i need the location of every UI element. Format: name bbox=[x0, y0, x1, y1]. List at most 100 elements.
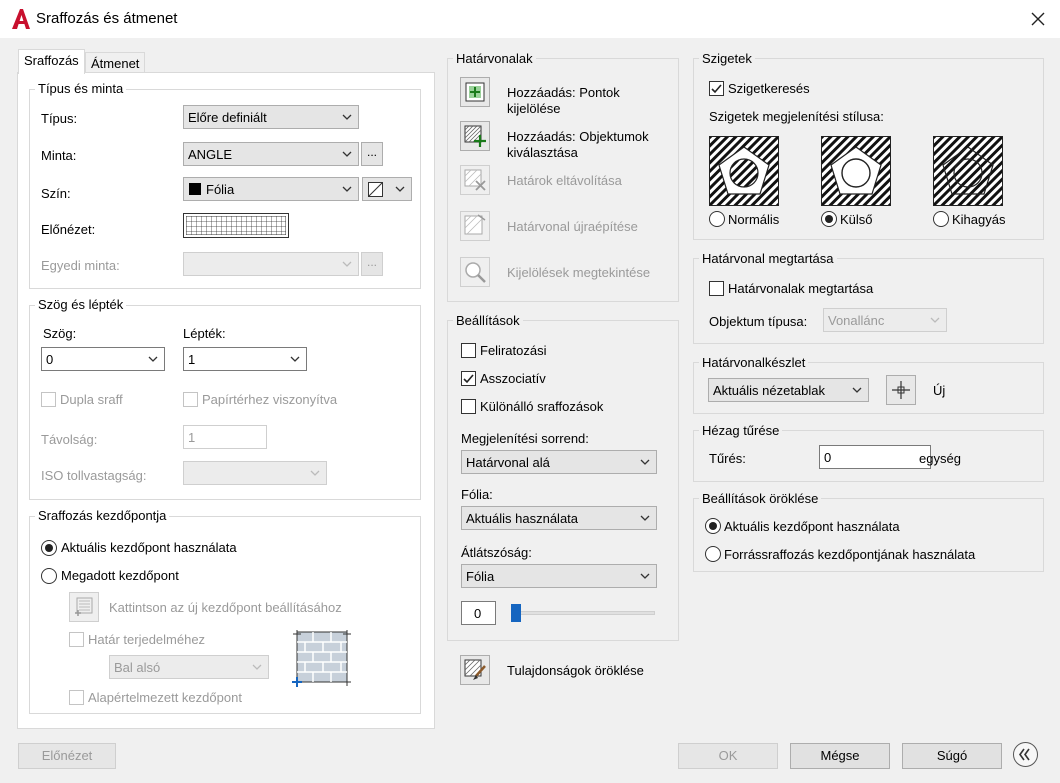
pattern-dropdown[interactable]: ANGLE bbox=[183, 142, 359, 166]
inherit-source-origin-label: Forrássraffozás kezdőpontjának használat… bbox=[724, 547, 976, 562]
recreate-boundary-button[interactable] bbox=[460, 211, 490, 241]
boundary-extents-checkbox[interactable] bbox=[69, 632, 84, 647]
inherit-current-origin-label: Aktuális kezdőpont használata bbox=[724, 519, 900, 534]
view-selections-button[interactable] bbox=[460, 257, 490, 287]
set-origin-button[interactable] bbox=[69, 592, 99, 622]
tolerance-input[interactable]: 0 bbox=[819, 445, 931, 469]
set-origin-icon bbox=[75, 597, 93, 616]
new-boundary-set-label: Új bbox=[933, 383, 946, 398]
relative-paper-checkbox[interactable] bbox=[183, 392, 198, 407]
tolerance-value: 0 bbox=[824, 450, 832, 465]
specified-origin-label: Megadott kezdőpont bbox=[61, 568, 179, 583]
origin-corner-value: Bal alsó bbox=[114, 660, 161, 675]
set-origin-label: Kattintson az új kezdőpont beállításához bbox=[109, 600, 342, 615]
double-checkbox[interactable] bbox=[41, 392, 56, 407]
double-label: Dupla sraff bbox=[60, 392, 123, 407]
chevron-down-icon bbox=[309, 467, 321, 479]
island-detection-checkbox[interactable] bbox=[709, 81, 724, 96]
type-dropdown[interactable]: Előre definiált bbox=[183, 105, 359, 129]
island-normal-label: Normális bbox=[728, 212, 780, 227]
ok-button[interactable]: OK bbox=[678, 743, 778, 769]
inherit-source-origin-radio[interactable] bbox=[705, 546, 721, 562]
island-normal-radio[interactable] bbox=[709, 211, 725, 227]
pattern-value: ANGLE bbox=[188, 147, 233, 162]
associative-label: Asszociatív bbox=[480, 371, 546, 386]
scale-label: Lépték: bbox=[183, 326, 226, 341]
origin-corner-dropdown[interactable]: Bal alsó bbox=[109, 655, 269, 679]
separate-hatches-checkbox[interactable] bbox=[461, 399, 476, 414]
island-ignore-preview-icon[interactable] bbox=[933, 136, 1003, 206]
preview-label: Előnézet: bbox=[41, 222, 96, 237]
layer-label: Fólia: bbox=[461, 487, 493, 502]
help-button[interactable]: Súgó bbox=[902, 743, 1002, 769]
recreate-boundary-label: Határvonal újraépítése bbox=[507, 219, 638, 234]
boundaries-title: Határvonalak bbox=[453, 51, 536, 66]
background-color-dropdown[interactable] bbox=[362, 177, 412, 201]
cancel-button[interactable]: Mégse bbox=[790, 743, 890, 769]
retain-boundaries-checkbox[interactable] bbox=[709, 281, 724, 296]
transparency-number-value: 0 bbox=[474, 606, 482, 621]
island-ignore-radio[interactable] bbox=[933, 211, 949, 227]
scale-combo[interactable]: 1 bbox=[183, 347, 307, 371]
remove-boundaries-button[interactable] bbox=[460, 165, 490, 195]
annotative-label: Feliratozási bbox=[480, 343, 547, 358]
boundary-set-title: Határvonalkészlet bbox=[699, 355, 809, 370]
separate-hatches-label: Különálló sraffozások bbox=[480, 399, 604, 414]
island-normal-preview-icon[interactable] bbox=[709, 136, 779, 206]
transparency-slider-thumb[interactable] bbox=[511, 604, 521, 622]
pattern-browse-button[interactable]: ... bbox=[361, 142, 383, 166]
collapse-options-button[interactable] bbox=[1013, 742, 1038, 767]
transparency-number-input[interactable]: 0 bbox=[461, 601, 496, 625]
chevron-down-icon bbox=[929, 314, 941, 326]
iso-pen-dropdown[interactable] bbox=[183, 461, 327, 485]
scale-value: 1 bbox=[188, 352, 196, 367]
color-dropdown[interactable]: Fólia bbox=[183, 177, 359, 201]
draw-order-dropdown[interactable]: Határvonal alá bbox=[461, 450, 657, 474]
tab-gradient[interactable]: Átmenet bbox=[85, 52, 146, 74]
new-boundary-set-button[interactable] bbox=[886, 375, 916, 405]
chevron-down-icon bbox=[639, 456, 651, 468]
object-type-dropdown[interactable]: Vonallánc bbox=[823, 308, 947, 332]
chevron-down-icon bbox=[639, 512, 651, 524]
add-pick-points-button[interactable] bbox=[460, 77, 490, 107]
boundary-set-dropdown[interactable]: Aktuális nézetablak bbox=[708, 378, 869, 402]
inherit-current-origin-radio[interactable] bbox=[705, 518, 721, 534]
color-value: Fólia bbox=[206, 182, 235, 197]
view-selections-label: Kijelölések megtekintése bbox=[507, 265, 651, 280]
transparency-value: Fólia bbox=[466, 569, 495, 584]
island-outer-preview-icon[interactable] bbox=[821, 136, 891, 206]
chevron-down-icon bbox=[341, 111, 353, 123]
associative-checkbox[interactable] bbox=[461, 371, 476, 386]
type-pattern-title: Típus és minta bbox=[35, 81, 127, 96]
preview-button[interactable]: Előnézet bbox=[18, 743, 116, 769]
specified-origin-radio[interactable] bbox=[41, 568, 57, 584]
store-default-origin-checkbox[interactable] bbox=[69, 690, 84, 705]
angle-combo[interactable]: 0 bbox=[41, 347, 165, 371]
angle-value: 0 bbox=[46, 352, 54, 367]
draw-order-value: Határvonal alá bbox=[466, 455, 550, 470]
close-button[interactable] bbox=[1025, 6, 1051, 32]
pattern-preview-swatch bbox=[185, 215, 287, 236]
island-ignore-label: Kihagyás bbox=[952, 212, 1006, 227]
tab-hatch[interactable]: Sraffozás bbox=[18, 49, 85, 74]
custom-pattern-browse-button[interactable]: ... bbox=[361, 252, 383, 276]
annotative-checkbox[interactable] bbox=[461, 343, 476, 358]
transparency-dropdown[interactable]: Fólia bbox=[461, 564, 657, 588]
spacing-input[interactable]: 1 bbox=[183, 425, 267, 449]
pattern-preview[interactable] bbox=[183, 213, 289, 238]
use-current-origin-radio[interactable] bbox=[41, 540, 57, 556]
island-outer-radio[interactable] bbox=[821, 211, 837, 227]
draw-order-label: Megjelenítési sorrend: bbox=[461, 431, 589, 446]
transparency-slider-track[interactable] bbox=[512, 611, 655, 615]
checkmark-icon bbox=[711, 84, 722, 94]
layer-dropdown[interactable]: Aktuális használata bbox=[461, 506, 657, 530]
add-select-objects-button[interactable] bbox=[460, 121, 490, 151]
inherit-properties-button[interactable] bbox=[460, 655, 490, 685]
inherit-brush-icon bbox=[464, 659, 486, 680]
object-type-label: Objektum típusa: bbox=[709, 314, 808, 329]
custom-pattern-dropdown[interactable] bbox=[183, 252, 359, 276]
spacing-value: 1 bbox=[188, 430, 196, 445]
background-color-icon bbox=[368, 182, 383, 197]
spacing-label: Távolság: bbox=[41, 432, 98, 447]
hatch-origin-title: Sraffozás kezdőpontja bbox=[35, 508, 170, 523]
